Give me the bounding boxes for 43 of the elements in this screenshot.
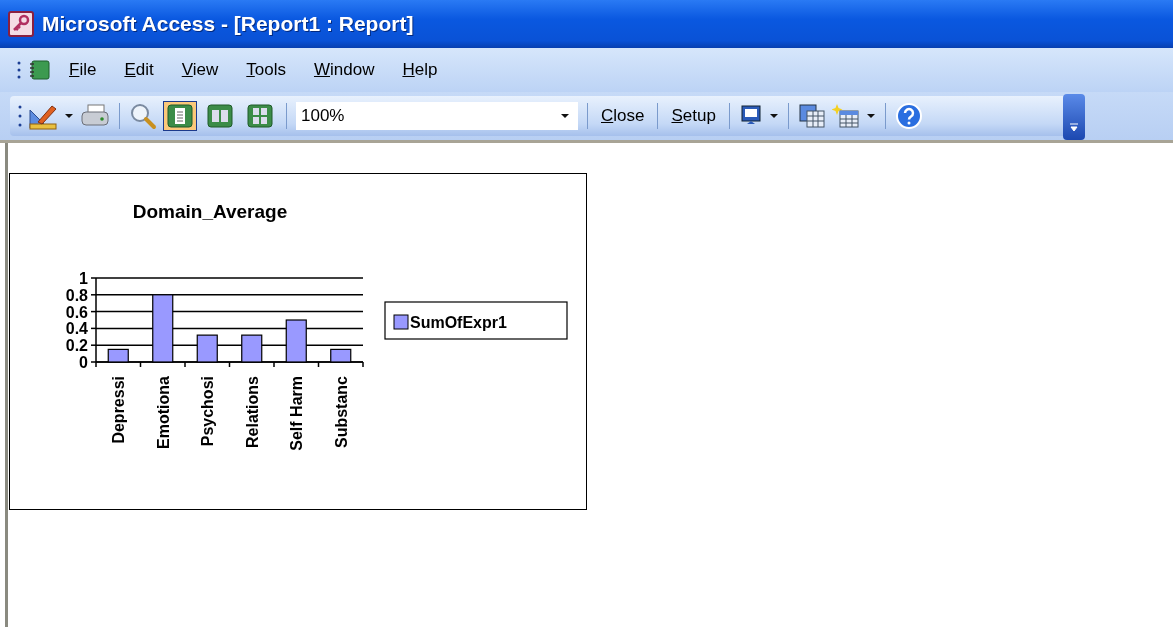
help-icon[interactable] — [894, 102, 923, 130]
y-tick-label: 0.6 — [65, 303, 88, 321]
caret-icon[interactable] — [64, 113, 74, 119]
chevron-icon[interactable] — [1069, 122, 1079, 132]
grip-icon — [18, 104, 22, 128]
y-tick-label: 0.2 — [65, 337, 88, 355]
category-label: Relations — [243, 376, 261, 448]
caret-icon[interactable] — [560, 113, 570, 119]
bar — [107, 348, 129, 363]
menu-item[interactable]: File — [59, 58, 107, 82]
category-label: Depressi — [110, 376, 128, 444]
category-label: Substanc — [332, 376, 350, 448]
menu-item[interactable]: Tools — [236, 58, 296, 82]
y-tick-label: 0.4 — [65, 320, 88, 338]
key-icon — [8, 11, 34, 37]
legend-swatch — [393, 314, 409, 330]
print-icon[interactable] — [80, 103, 110, 129]
new-table-icon[interactable] — [831, 103, 860, 129]
y-tick-label: 0 — [79, 354, 88, 371]
one-page-button[interactable] — [163, 101, 197, 131]
chart-title: Domain_Average — [132, 201, 288, 222]
menu-item[interactable]: Window — [303, 58, 385, 82]
bar — [330, 348, 352, 363]
notebook-icon[interactable] — [29, 60, 51, 80]
category-label: Psychosi — [199, 376, 217, 447]
category-label: Emotiona — [154, 376, 172, 449]
grip-icon — [17, 60, 21, 80]
caret-icon[interactable] — [865, 113, 876, 119]
menu-item[interactable]: View — [171, 58, 229, 82]
caret-icon[interactable] — [768, 113, 779, 119]
y-tick-label: 1 — [79, 270, 88, 287]
category-label: Self Harm — [288, 376, 306, 451]
window-title: Microsoft Access - [Report1 : Report] — [42, 12, 414, 36]
toolbar-options-button[interactable] — [1063, 94, 1085, 140]
database-window-icon[interactable] — [797, 103, 826, 129]
menu-item[interactable]: Edit — [114, 58, 164, 82]
magnifier-icon[interactable] — [129, 102, 157, 130]
legend-label: SumOfExpr1 — [410, 314, 507, 331]
y-tick-label: 0.8 — [65, 286, 88, 304]
zoom-combo[interactable]: 100% — [296, 102, 578, 130]
toolbar-button[interactable]: Setup — [667, 104, 720, 128]
menu-item[interactable]: Help — [392, 58, 448, 82]
toolbar-button[interactable]: Close — [597, 104, 649, 128]
